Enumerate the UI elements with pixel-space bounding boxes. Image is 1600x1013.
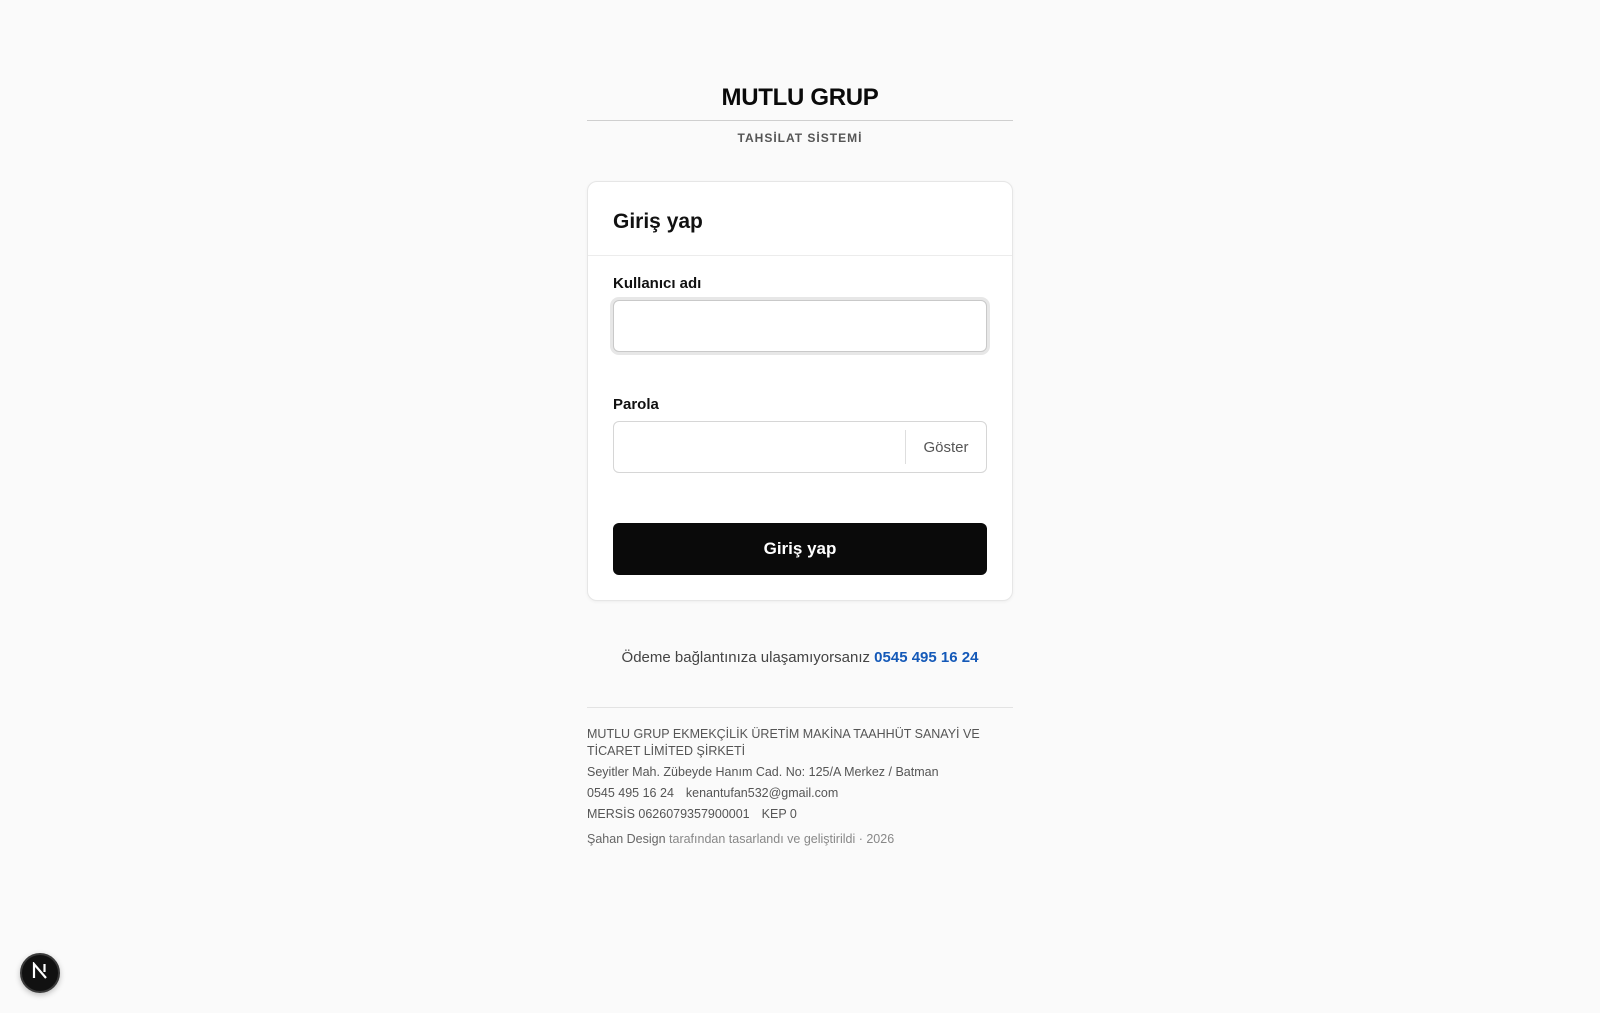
- password-label: Parola: [613, 396, 659, 413]
- company-address: Seyitler Mah. Zübeyde Hanım Cad. No: 125…: [587, 765, 939, 779]
- username-input[interactable]: [613, 300, 987, 352]
- footer-divider: [587, 707, 1013, 708]
- nextjs-dev-badge[interactable]: [20, 953, 60, 993]
- brand-divider: [587, 120, 1013, 121]
- help-message: Ödeme bağlantınıza ulaşamıyorsanız: [621, 649, 870, 666]
- help-text: Ödeme bağlantınıza ulaşamıyorsanız 0545 …: [527, 649, 1073, 666]
- company-email: kenantufan532@gmail.com: [685, 786, 839, 800]
- design-credit: Şahan Design tarafından tasarlandı ve ge…: [587, 831, 1013, 848]
- brand-title: MUTLU GRUP: [721, 84, 879, 111]
- kep-address: KEP 0: [761, 807, 797, 821]
- company-phone: 0545 495 16 24: [587, 786, 674, 800]
- system-subtitle: TAHSİLAT SİSTEMİ: [737, 131, 863, 145]
- company-footer: MUTLU GRUP EKMEKÇİLİK ÜRETİM MAKİNA TAAH…: [587, 726, 1013, 848]
- nextjs-logo-icon: [31, 960, 49, 985]
- mersis-number: MERSİS 0626079357900001: [587, 807, 750, 821]
- login-submit-button[interactable]: Giriş yap: [613, 523, 987, 575]
- login-card-title: Giriş yap: [613, 210, 703, 233]
- card-divider: [588, 255, 1012, 256]
- credit-text: tarafından tasarlandı ve geliştirildi · …: [669, 832, 895, 846]
- login-card: Giriş yap Kullanıcı adı Parola Göster Gi…: [587, 181, 1013, 601]
- login-page: MUTLU GRUP TAHSİLAT SİSTEMİ Giriş yap Ku…: [0, 0, 1600, 1013]
- credit-brand: Şahan Design: [587, 832, 666, 846]
- company-contact: 0545 495 16 24 kenantufan532@gmail.com: [587, 785, 1013, 802]
- username-label: Kullanıcı adı: [613, 275, 702, 292]
- show-password-button[interactable]: Göster: [906, 422, 986, 472]
- password-input[interactable]: [614, 422, 904, 472]
- company-registry: MERSİS 0626079357900001 KEP 0: [587, 806, 1013, 823]
- help-phone-link[interactable]: 0545 495 16 24: [874, 649, 978, 666]
- password-field: Göster: [613, 421, 987, 473]
- company-name: MUTLU GRUP EKMEKÇİLİK ÜRETİM MAKİNA TAAH…: [587, 727, 980, 758]
